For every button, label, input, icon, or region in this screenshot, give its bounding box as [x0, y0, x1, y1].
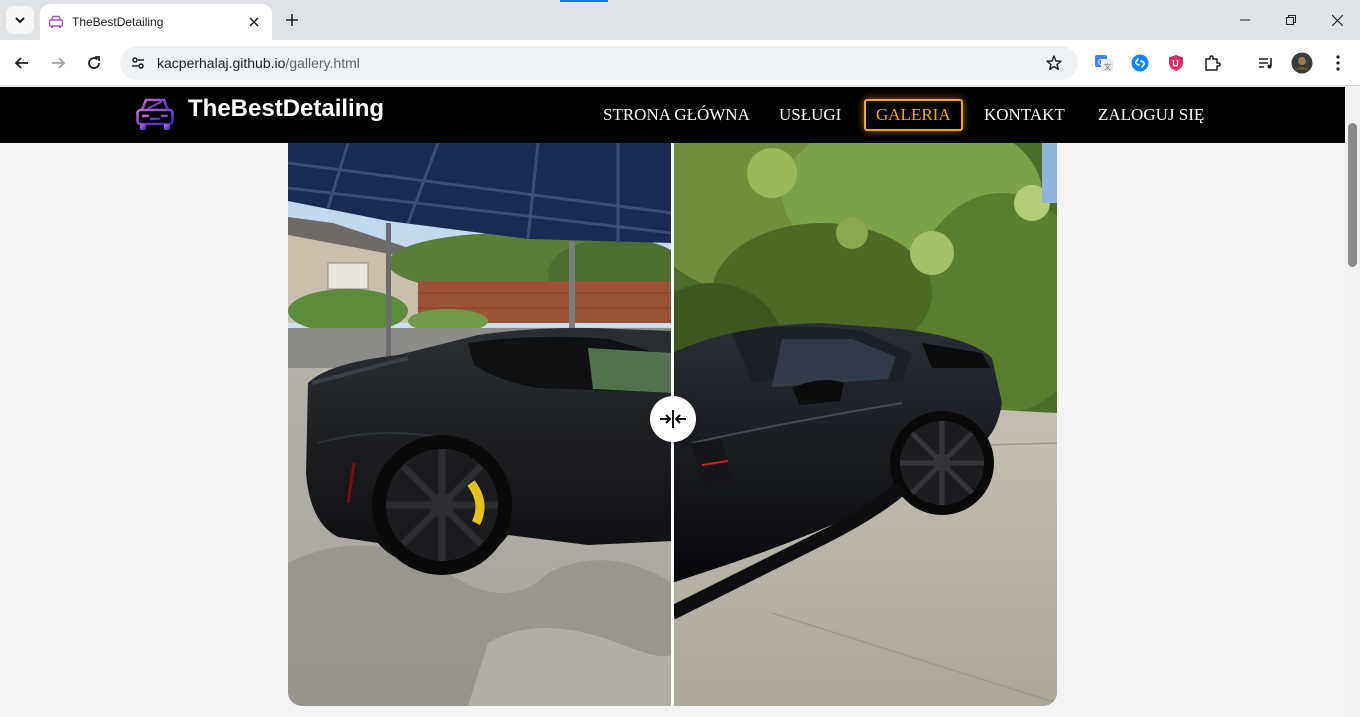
comparison-slider-handle[interactable]	[650, 396, 696, 442]
chevron-down-icon	[15, 17, 25, 24]
close-icon	[1331, 14, 1343, 26]
profile-avatar[interactable]	[1290, 51, 1314, 75]
before-image	[288, 143, 672, 706]
back-button[interactable]	[8, 49, 36, 77]
minimize-icon	[1240, 19, 1250, 21]
ublock-extension-icon[interactable]: U	[1164, 51, 1188, 75]
minimize-button[interactable]	[1222, 0, 1268, 40]
before-after-comparison[interactable]	[288, 143, 1057, 706]
shazam-extension-icon[interactable]	[1128, 51, 1152, 75]
extensions-puzzle-icon[interactable]	[1200, 51, 1224, 75]
address-bar[interactable]: kacperhalaj.github.io/gallery.html	[120, 46, 1078, 80]
arrow-right-icon	[52, 57, 66, 69]
tab-search-button[interactable]	[6, 6, 34, 34]
plus-icon	[286, 14, 298, 26]
brand-name: TheBestDetailing	[188, 95, 385, 122]
web-page: TheBestDetailing STRONA GŁÓWNA USŁUGI GA…	[0, 87, 1345, 717]
browser-menu-button[interactable]	[1326, 51, 1350, 75]
nav-contact[interactable]: KONTAKT	[984, 99, 1065, 131]
kebab-menu-icon	[1336, 55, 1340, 71]
tab-title: TheBestDetailing	[72, 15, 164, 29]
page-scrollbar[interactable]	[1345, 87, 1360, 717]
site-header: TheBestDetailing STRONA GŁÓWNA USŁUGI GA…	[0, 87, 1345, 143]
bookmark-star-icon[interactable]	[1040, 49, 1068, 77]
url-path: /gallery.html	[285, 55, 360, 71]
svg-text:文: 文	[1104, 62, 1111, 71]
restore-button[interactable]	[1268, 0, 1314, 40]
nav-services[interactable]: USŁUGI	[779, 99, 841, 131]
restore-icon	[1286, 15, 1296, 25]
brand[interactable]: TheBestDetailing	[135, 95, 385, 132]
after-image	[672, 143, 1057, 706]
media-controls-icon[interactable]	[1254, 51, 1278, 75]
google-translate-extension-icon[interactable]: G文	[1092, 51, 1116, 75]
nav-login[interactable]: ZALOGUJ SIĘ	[1098, 99, 1204, 131]
nav-gallery[interactable]: GALERIA	[864, 99, 963, 131]
site-info-icon[interactable]	[126, 51, 150, 75]
close-window-button[interactable]	[1314, 0, 1360, 40]
car-logo-icon	[136, 98, 174, 130]
arrow-left-icon	[14, 57, 28, 69]
car-favicon-icon	[48, 14, 64, 30]
svg-text:U: U	[1172, 59, 1179, 69]
browser-tab[interactable]: TheBestDetailing	[40, 4, 272, 40]
url-host: kacperhalaj.github.io	[157, 55, 286, 71]
nav-home[interactable]: STRONA GŁÓWNA	[603, 99, 750, 131]
forward-button[interactable]	[44, 49, 72, 77]
close-tab-icon[interactable]	[246, 14, 262, 30]
collapse-arrows-icon	[660, 410, 686, 428]
url-text[interactable]: kacperhalaj.github.io/gallery.html	[157, 55, 1040, 71]
browser-toolbar: kacperhalaj.github.io/gallery.html G文 U	[0, 40, 1360, 86]
reload-button[interactable]	[80, 49, 108, 77]
tab-strip-accent	[560, 0, 608, 2]
tab-strip: TheBestDetailing	[0, 0, 1360, 40]
scrollbar-thumb[interactable]	[1348, 123, 1357, 267]
reload-icon	[88, 56, 100, 69]
new-tab-button[interactable]	[280, 8, 304, 32]
